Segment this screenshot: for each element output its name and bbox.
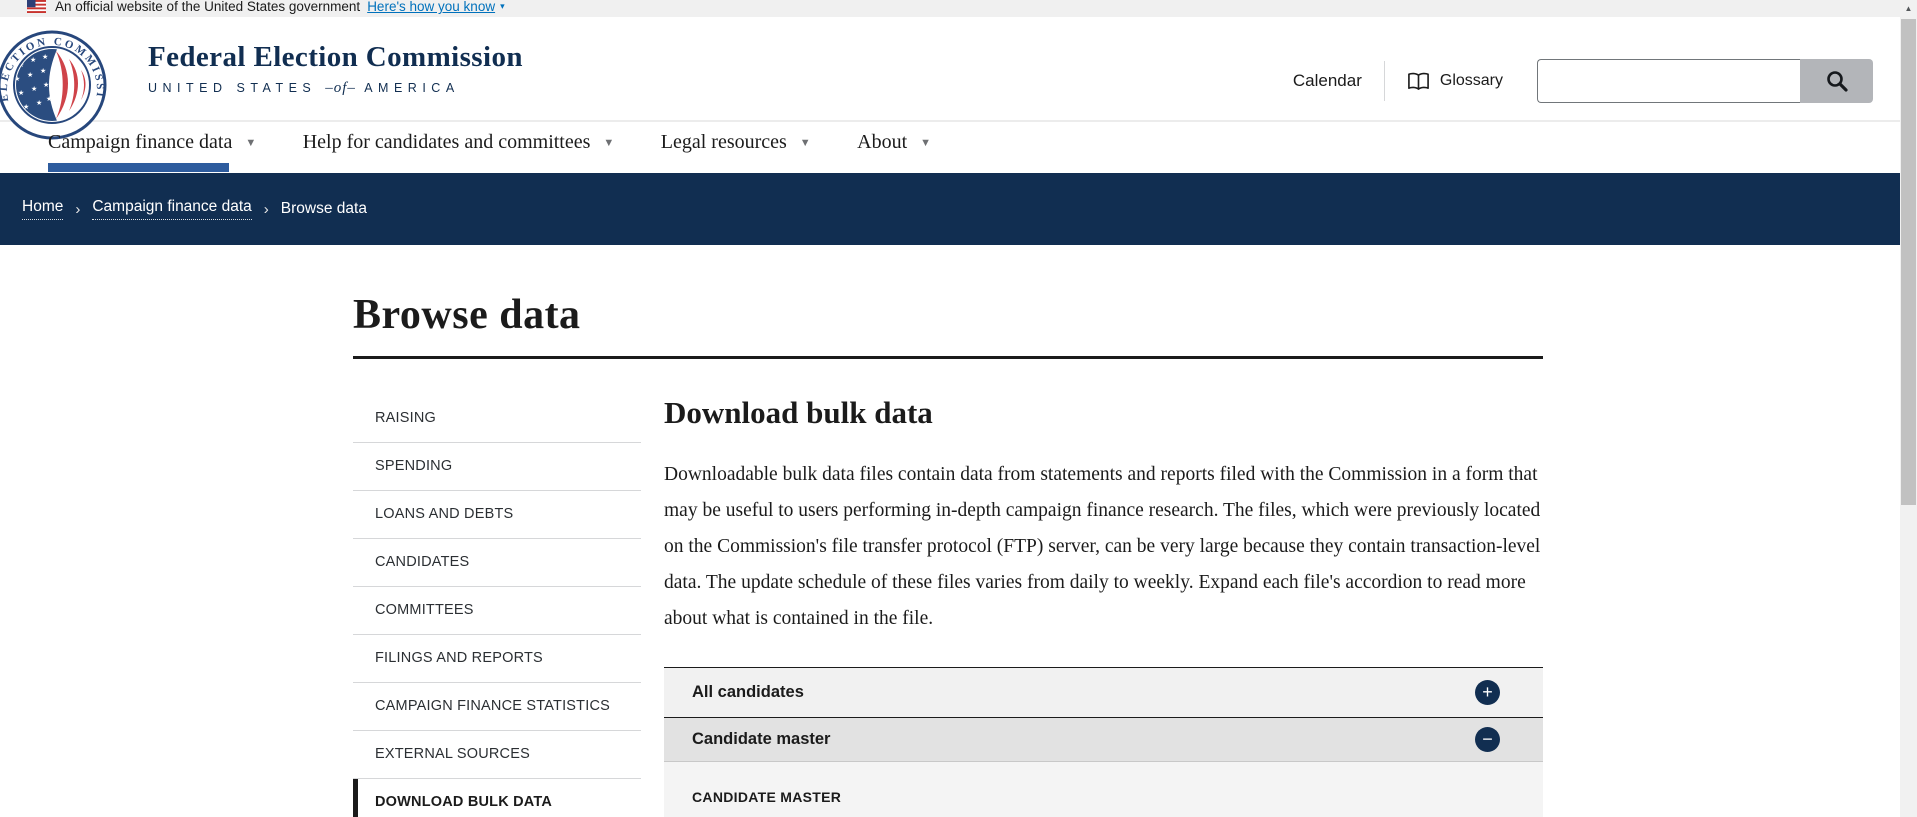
nav-about[interactable]: About ▼ (857, 131, 931, 172)
gov-banner-text: An official website of the United States… (55, 0, 361, 14)
scrollbar-thumb[interactable] (1901, 19, 1916, 505)
bulk-data-accordion: All candidates + Candidate master − CAND… (664, 667, 1543, 817)
search-input[interactable] (1537, 59, 1800, 103)
sidebar-item-filings-and-reports[interactable]: FILINGS AND REPORTS (353, 635, 641, 683)
masthead: ELECTION COMMISSION ★★★ ★★★ ★★★ ★★★ Fede… (0, 17, 1900, 140)
svg-text:★: ★ (42, 53, 48, 61)
page-title: Browse data (353, 292, 581, 338)
section-heading: Download bulk data (664, 395, 933, 430)
sidebar-item-committees[interactable]: COMMITTEES (353, 587, 641, 635)
nav-label: About (857, 131, 908, 153)
svg-text:★: ★ (46, 95, 52, 103)
calendar-link[interactable]: Calendar (1293, 71, 1362, 91)
svg-text:★: ★ (31, 85, 37, 93)
nav-help-for-candidates[interactable]: Help for candidates and committees ▼ (303, 131, 615, 172)
main-navigation: Campaign finance data ▼ Help for candidat… (0, 122, 1900, 173)
breadcrumb-campaign-finance-data[interactable]: Campaign finance data (92, 198, 252, 220)
candidate-master-panel: CANDIDATE MASTER (664, 762, 1543, 817)
main-column: Download bulk data Downloadable bulk dat… (664, 395, 1543, 817)
nav-label: Legal resources (660, 131, 787, 153)
breadcrumb-current: Browse data (280, 200, 367, 217)
gov-banner: An official website of the United States… (0, 0, 1900, 17)
svg-text:★: ★ (30, 56, 36, 64)
svg-text:★: ★ (43, 81, 49, 89)
tagline-america: AMERICA (364, 81, 460, 95)
sidebar-item-loans-and-debts[interactable]: LOANS AND DEBTS (353, 491, 641, 539)
nav-label: Campaign finance data (48, 131, 233, 153)
svg-text:★: ★ (36, 99, 42, 107)
site-search (1537, 59, 1873, 103)
sidebar-item-download-bulk-data[interactable]: DOWNLOAD BULK DATA (353, 779, 641, 817)
expand-plus-icon[interactable]: + (1475, 680, 1500, 705)
search-button[interactable] (1800, 59, 1873, 103)
org-name: Federal Election Commission (148, 41, 523, 73)
glossary-link[interactable]: Glossary (1407, 71, 1503, 91)
how-you-know-link[interactable]: Here's how you know (367, 0, 495, 14)
us-flag-icon (27, 0, 46, 13)
header-divider (1383, 61, 1385, 101)
breadcrumb-separator-icon: › (263, 200, 269, 218)
data-sidebar: RAISING SPENDING LOANS AND DEBTS CANDIDA… (353, 395, 641, 817)
scrollbar-up-arrow-icon[interactable]: ▲ (1900, 0, 1917, 17)
svg-text:★: ★ (40, 67, 46, 75)
brand-wordmark[interactable]: Federal Election Commission UNITED STATE… (148, 41, 523, 97)
sidebar-item-campaign-finance-statistics[interactable]: CAMPAIGN FINANCE STATISTICS (353, 683, 641, 731)
nav-legal-resources[interactable]: Legal resources ▼ (661, 131, 811, 172)
tagline-of: –of– (325, 80, 356, 96)
accordion-candidate-master[interactable]: Candidate master − (664, 718, 1543, 762)
sidebar-item-spending[interactable]: SPENDING (353, 443, 641, 491)
banner-caret-icon: ▾ (500, 1, 505, 11)
breadcrumb-separator-icon: › (75, 200, 81, 218)
sidebar-item-external-sources[interactable]: EXTERNAL SOURCES (353, 731, 641, 779)
book-icon (1407, 72, 1429, 90)
tagline-united-states: UNITED STATES (148, 81, 317, 95)
intro-paragraph: Downloadable bulk data files contain dat… (664, 464, 1541, 629)
fec-seal-logo: ELECTION COMMISSION ★★★ ★★★ ★★★ ★★★ (0, 29, 107, 140)
panel-table-header: CANDIDATE MASTER (692, 789, 842, 805)
breadcrumb: Home › Campaign finance data › Browse da… (0, 173, 1900, 245)
org-tagline: UNITED STATES –of– AMERICA (148, 80, 523, 97)
vertical-scrollbar[interactable]: ▲ (1900, 0, 1917, 817)
accordion-label: All candidates (692, 683, 804, 701)
breadcrumb-home[interactable]: Home (22, 198, 64, 220)
page-content: Browse data RAISING SPENDING LOANS AND D… (353, 245, 1543, 817)
nav-campaign-finance-data[interactable]: Campaign finance data ▼ (48, 131, 256, 172)
chevron-down-icon: ▼ (603, 137, 615, 149)
accordion-all-candidates[interactable]: All candidates + (664, 668, 1543, 718)
chevron-down-icon: ▼ (920, 137, 932, 149)
chevron-down-icon: ▼ (245, 137, 257, 149)
svg-text:★: ★ (18, 89, 24, 97)
svg-text:★: ★ (27, 71, 33, 79)
title-divider (353, 356, 1543, 359)
sidebar-item-raising[interactable]: RAISING (353, 395, 641, 443)
glossary-label: Glossary (1439, 72, 1503, 89)
accordion-label: Candidate master (692, 730, 831, 748)
magnifier-icon (1826, 71, 1848, 92)
collapse-minus-icon[interactable]: − (1475, 727, 1500, 752)
nav-label: Help for candidates and committees (302, 131, 591, 153)
chevron-down-icon: ▼ (799, 137, 811, 149)
sidebar-item-candidates[interactable]: CANDIDATES (353, 539, 641, 587)
